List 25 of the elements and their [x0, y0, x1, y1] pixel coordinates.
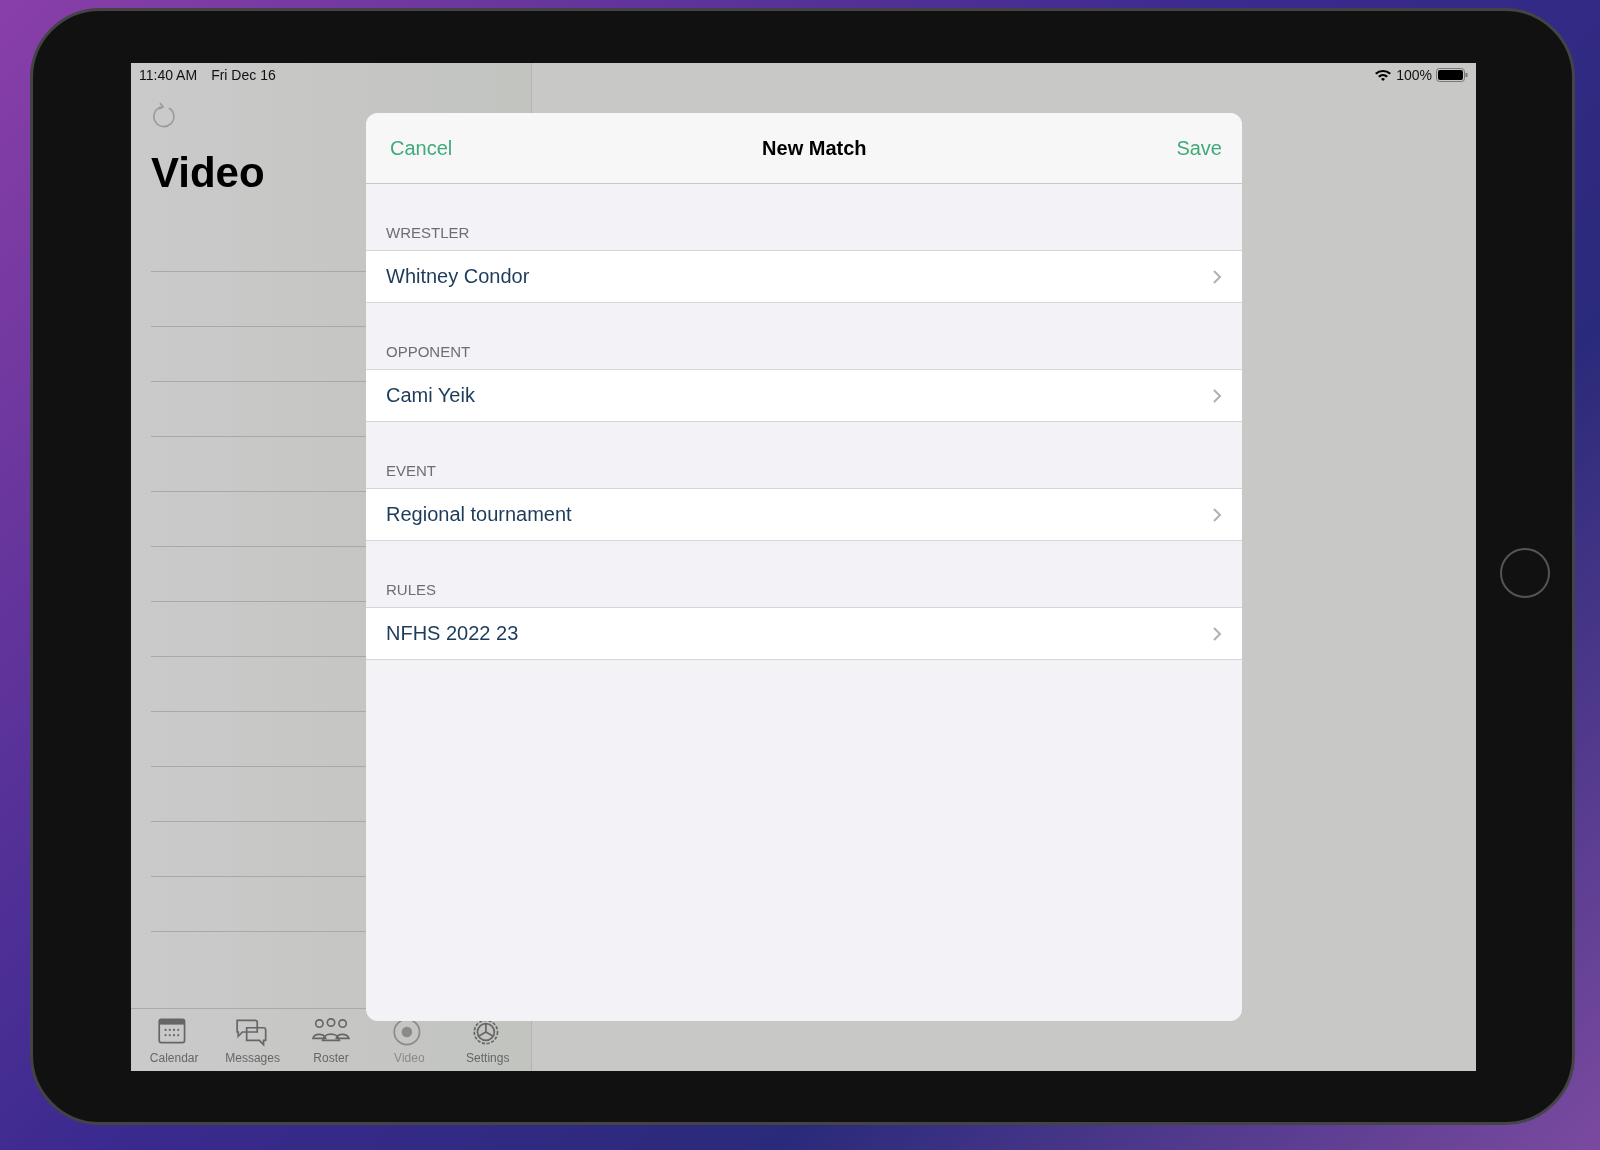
chevron-icon: [1212, 506, 1222, 523]
wifi-icon: [1374, 68, 1393, 82]
list-cell[interactable]: Regional tournament: [366, 488, 1242, 541]
tab-bar-item[interactable]: Messages: [216, 1009, 289, 1071]
sheet-title: New Match: [762, 136, 867, 160]
status-time: 11:40 AM: [139, 67, 198, 83]
sidebar-title: Video: [151, 149, 266, 197]
cancel-button[interactable]: Cancel: [390, 136, 453, 160]
home-button[interactable]: [1500, 548, 1550, 598]
list-cell[interactable]: Cami Yeik: [366, 369, 1242, 422]
chevron-icon: [1212, 387, 1222, 404]
save-button[interactable]: Save: [1176, 136, 1222, 160]
list-cell[interactable]: NFHS 2022 23: [366, 607, 1242, 660]
battery-icon: [1436, 68, 1468, 82]
section-header: OPPONENT: [385, 342, 472, 362]
tab-bar-item[interactable]: Roster: [294, 1009, 367, 1071]
chevron-icon: [1212, 268, 1222, 285]
tab-bar-item[interactable]: Calendar: [138, 1009, 211, 1071]
section-header: EVENT: [385, 461, 437, 481]
section-header: WRESTLER: [385, 223, 471, 243]
section-header: RULES: [385, 580, 438, 600]
list-cell[interactable]: Whitney Condor: [366, 250, 1242, 303]
battery-percent: 100%: [1396, 67, 1432, 83]
status-date: Fri Dec 16: [211, 67, 276, 83]
chevron-icon: [1212, 625, 1222, 642]
